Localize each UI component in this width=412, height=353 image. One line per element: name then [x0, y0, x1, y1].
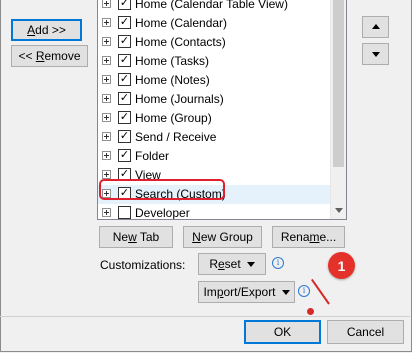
expand-plus-icon[interactable]	[102, 18, 111, 27]
tab-label: Home (Journals)	[135, 92, 224, 106]
expand-plus-icon[interactable]	[102, 170, 111, 179]
add-button[interactable]: Add >>	[11, 19, 82, 41]
expand-plus-icon[interactable]	[102, 94, 111, 103]
info-icon[interactable]: i	[298, 285, 310, 297]
new-group-label: New Group	[192, 230, 253, 244]
tab-checkbox[interactable]: ✓	[118, 130, 131, 143]
expand-plus-icon[interactable]	[102, 75, 111, 84]
expand-plus-icon[interactable]	[102, 132, 111, 141]
remove-button-label: << Remove	[18, 49, 81, 63]
tree-row[interactable]: ✓ Home (Journals)	[98, 90, 330, 109]
remove-button[interactable]: << Remove	[11, 45, 88, 67]
customizations-label: Customizations:	[100, 258, 186, 272]
tab-checkbox[interactable]: ✓	[118, 0, 131, 10]
tab-checkbox[interactable]: ✓	[118, 16, 131, 29]
tree-row[interactable]: ✓ Home (Contacts)	[98, 33, 330, 52]
tab-label: Home (Group)	[135, 111, 212, 125]
tab-label: Send / Receive	[135, 130, 217, 144]
expand-plus-icon[interactable]	[102, 208, 111, 217]
rename-button[interactable]: Rename...	[272, 226, 345, 248]
rename-label: Rename...	[280, 230, 337, 244]
ok-button[interactable]: OK	[244, 320, 321, 344]
info-icon[interactable]: i	[272, 257, 284, 269]
tree-row[interactable]: ✓ Folder	[98, 147, 330, 166]
triangle-down-icon	[372, 52, 380, 57]
tab-checkbox[interactable]	[118, 206, 131, 219]
chevron-down-icon	[281, 289, 290, 295]
tree-row[interactable]: ✓ Home (Notes)	[98, 71, 330, 90]
cancel-button[interactable]: Cancel	[327, 320, 404, 344]
expand-plus-icon[interactable]	[102, 37, 111, 46]
expand-plus-icon[interactable]	[102, 56, 111, 65]
expand-plus-icon[interactable]	[102, 113, 111, 122]
triangle-up-icon	[372, 24, 380, 29]
move-down-button[interactable]	[362, 43, 389, 65]
tab-label: Home (Calendar)	[135, 16, 228, 30]
search-custom-highlight	[99, 179, 225, 200]
tab-checkbox[interactable]: ✓	[118, 54, 131, 67]
tree-row[interactable]: ✓ Home (Group)	[98, 109, 330, 128]
annotation-number-badge: 1	[328, 252, 355, 279]
expand-plus-icon[interactable]	[102, 0, 111, 8]
new-tab-button[interactable]: New Tab	[99, 226, 173, 248]
move-up-button[interactable]	[362, 16, 389, 38]
tab-label: Home (Tasks)	[135, 54, 210, 68]
divider	[0, 316, 410, 317]
tree-row[interactable]: ✓ Home (Calendar)	[98, 14, 330, 33]
reset-button[interactable]: Reset	[198, 253, 266, 275]
add-button-label: Add >>	[27, 23, 66, 37]
tab-label: Home (Contacts)	[135, 35, 226, 49]
new-group-button[interactable]: New Group	[183, 226, 262, 248]
annotation-pointer-dot	[307, 308, 314, 315]
tab-checkbox[interactable]: ✓	[118, 92, 131, 105]
tab-checkbox[interactable]: ✓	[118, 111, 131, 124]
tab-label: Folder	[135, 149, 170, 163]
tab-checkbox[interactable]: ✓	[118, 149, 131, 162]
tab-checkbox[interactable]: ✓	[118, 35, 131, 48]
tab-label: Home (Calendar Table View)	[135, 0, 288, 11]
import-export-label: Import/Export	[203, 285, 276, 299]
reset-label: Reset	[209, 257, 241, 271]
scroll-down-arrow-icon[interactable]	[335, 208, 343, 213]
tree-row[interactable]: ✓ Home (Tasks)	[98, 52, 330, 71]
tab-checkbox[interactable]: ✓	[118, 73, 131, 86]
tree-row[interactable]: Developer	[98, 204, 330, 220]
tab-label: Developer	[135, 206, 190, 220]
tree-vertical-scrollbar[interactable]	[330, 0, 346, 219]
import-export-button[interactable]: Import/Export	[198, 281, 295, 303]
tree-row[interactable]: ✓ Send / Receive	[98, 128, 330, 147]
cancel-label: Cancel	[346, 325, 385, 339]
chevron-down-icon	[246, 261, 255, 267]
new-tab-label: New Tab	[112, 230, 160, 244]
expand-plus-icon[interactable]	[102, 151, 111, 160]
scrollbar-thumb[interactable]	[333, 0, 344, 167]
tab-label: Home (Notes)	[135, 73, 210, 87]
tree-row[interactable]: ✓ Home (Calendar Table View)	[98, 0, 330, 14]
ok-label: OK	[273, 325, 292, 339]
